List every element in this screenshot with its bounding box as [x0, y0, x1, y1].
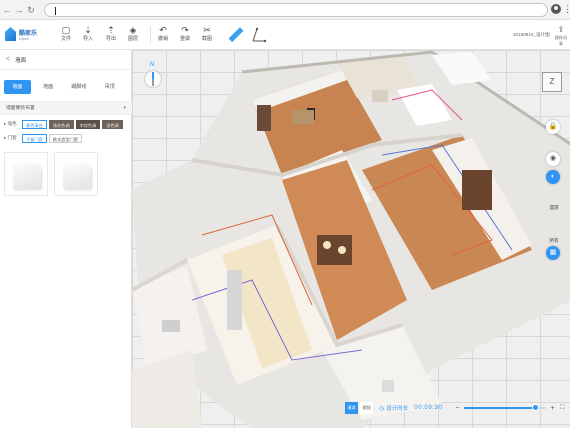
- left-panel: < 墙面 墙面 地面 踢脚线 吊顶 墙面硬装布置 ▾ ▸ 墙色 素色清白 浅灰色…: [0, 50, 132, 428]
- section-dropdown[interactable]: 墙面硬装布置 ▾: [0, 101, 132, 115]
- wall-color-option[interactable]: 素色清白: [22, 119, 47, 129]
- redo-icon: ↷: [181, 25, 189, 35]
- back-chevron-icon[interactable]: <: [6, 56, 10, 63]
- lock-button[interactable]: 🔒: [546, 120, 560, 134]
- back-icon[interactable]: ←: [2, 4, 12, 16]
- layers-icon: ◈: [129, 25, 137, 35]
- design-timer-value: 00:09:30: [414, 405, 443, 411]
- roam-mode-button[interactable]: 漫游: [345, 402, 358, 414]
- panel-title: 墙面: [15, 57, 27, 64]
- browser-menu-icon[interactable]: ⋮: [563, 3, 570, 15]
- tab-wall[interactable]: 墙面: [4, 80, 31, 94]
- zoom-slider-fill: [464, 407, 535, 409]
- layers-button[interactable]: ◈ 图层: [122, 24, 144, 48]
- logo-subtitle: kujiale: [19, 36, 29, 41]
- tab-floor[interactable]: 地面: [35, 80, 62, 94]
- zoom-out-button[interactable]: −: [454, 405, 461, 412]
- 3d-viewport[interactable]: N Z 🔒 ◉ ◐ 漫游 所有 ▦ 漫游 视频 ◷ 设计时长 00:09:30 …: [132, 50, 570, 428]
- ruler-icon: [228, 27, 244, 43]
- visibility-button[interactable]: ◉: [546, 152, 560, 166]
- show-all-toggle[interactable]: 所有: [544, 238, 564, 244]
- logo-mark-icon: [5, 27, 16, 41]
- render-button[interactable]: ▦: [546, 246, 560, 260]
- export-label: 导出: [105, 36, 116, 42]
- screenshot-button[interactable]: ✂ 截图: [196, 24, 218, 48]
- undo-label: 撤销: [157, 36, 168, 42]
- door-frame-option[interactable]: 欧式造型门套: [48, 133, 82, 143]
- door-frame-thumbnails: [4, 152, 104, 196]
- profile-icon[interactable]: [551, 4, 561, 14]
- wall-color-label[interactable]: ▸ 墙色: [4, 121, 22, 127]
- import-label: 导入: [82, 36, 93, 42]
- redo-label: 重做: [179, 36, 190, 42]
- compass-widget[interactable]: N: [142, 62, 164, 96]
- section-label: 墙面硬装布置: [6, 106, 35, 111]
- text-caret: [55, 7, 56, 15]
- compass-north-label: N: [150, 62, 155, 68]
- camera-button[interactable]: ◐: [546, 170, 560, 184]
- view-cube[interactable]: Z: [542, 72, 562, 92]
- file-label: 文件: [60, 36, 71, 42]
- export-button[interactable]: ⇡ 导出: [100, 24, 122, 48]
- redo-button[interactable]: ↷ 重做: [174, 24, 196, 48]
- undo-button[interactable]: ↶ 撤销: [152, 24, 174, 48]
- layers-label: 图层: [127, 36, 138, 42]
- address-bar[interactable]: [44, 3, 548, 17]
- panel-header: < 墙面: [0, 50, 131, 70]
- export-icon: ⇡: [107, 25, 115, 35]
- fullscreen-icon[interactable]: ⛶: [560, 405, 564, 412]
- chevron-down-icon: ▾: [123, 105, 126, 111]
- door-frame-thumbnail[interactable]: [54, 152, 98, 196]
- compass-needle-icon: [152, 72, 154, 86]
- panel-tabs: 墙面 地面 踢脚线 吊顶: [0, 70, 131, 103]
- ruler-button[interactable]: [224, 24, 246, 48]
- video-mode-button[interactable]: 视频: [360, 402, 373, 414]
- import-button[interactable]: ⇣ 导入: [77, 24, 99, 48]
- zoom-slider-handle[interactable]: [531, 404, 539, 411]
- share-label: 保存分享: [554, 35, 568, 46]
- clock-icon: ◷: [379, 405, 385, 412]
- floorplan-3d-render: [132, 50, 570, 428]
- screenshot-icon: ✂: [203, 25, 211, 35]
- zoom-slider[interactable]: [464, 404, 546, 411]
- zoom-in-button[interactable]: +: [549, 405, 556, 412]
- wall-color-option[interactable]: 木纹色调: [75, 119, 101, 129]
- app-toolbar: 酷家乐 kujiale ▢ 文件 ⇣ 导入 ⇡ 导出 ◈ 图层 ↶ 撤销 ↷ 重…: [0, 20, 570, 50]
- undo-icon: ↶: [159, 25, 167, 35]
- import-icon: ⇣: [84, 25, 92, 35]
- zoom-control: − + ⛶: [454, 401, 570, 415]
- share-icon: ⇪: [557, 25, 565, 34]
- tab-ceiling[interactable]: 吊顶: [96, 80, 123, 94]
- reload-icon[interactable]: ↻: [26, 4, 36, 16]
- axis-icon: [252, 27, 267, 43]
- design-timer-label: 设计时长: [386, 406, 409, 412]
- screenshot-label: 截图: [201, 36, 212, 42]
- save-share-button[interactable]: ⇪ 保存分享: [553, 24, 569, 47]
- wall-color-option[interactable]: 浅灰色调: [48, 119, 74, 129]
- logo-name: 酷家乐: [19, 30, 38, 37]
- axis-button[interactable]: [248, 24, 270, 48]
- door-frame-option[interactable]: 平板门套: [22, 133, 47, 143]
- logo[interactable]: 酷家乐 kujiale: [5, 27, 37, 41]
- file-icon: ▢: [61, 25, 71, 35]
- door-frame-thumbnail[interactable]: [4, 152, 48, 196]
- roam-toggle[interactable]: 漫游: [544, 205, 564, 211]
- wall-color-option[interactable]: 深色调: [102, 119, 123, 129]
- wall-color-row: ▸ 墙色 素色清白 浅灰色调 木纹色调 深色调: [0, 118, 132, 130]
- project-name[interactable]: 20180816_设计图: [513, 32, 550, 38]
- browser-bar: ← → ↻ ⋮: [0, 0, 570, 20]
- forward-icon[interactable]: →: [14, 4, 24, 16]
- door-frame-label[interactable]: ▸ 门套: [4, 135, 22, 141]
- file-button[interactable]: ▢ 文件: [55, 24, 77, 48]
- toolbar-divider: [150, 26, 151, 44]
- door-frame-row: ▸ 门套 平板门套 欧式造型门套: [0, 132, 132, 144]
- tab-baseboard[interactable]: 踢脚线: [66, 80, 93, 94]
